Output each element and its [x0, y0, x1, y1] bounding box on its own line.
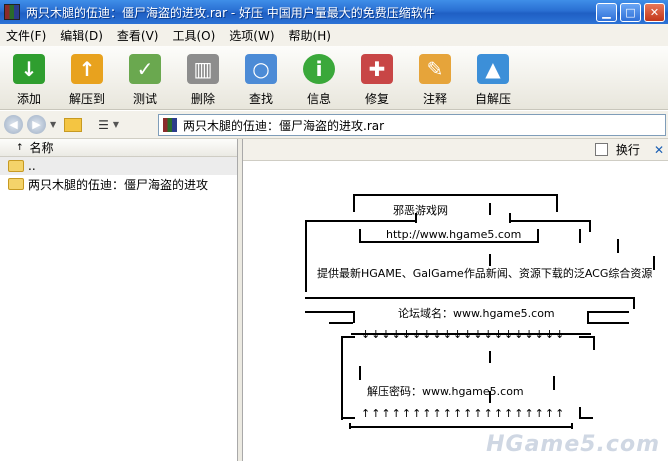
comment-icon: ✎ — [419, 54, 451, 84]
art-password: 解压密码：www.hgame5.com — [367, 385, 524, 398]
delete-button[interactable]: ▥ 删除 — [174, 46, 232, 108]
delete-icon: ▥ — [187, 54, 219, 84]
extract-to-label: 解压到 — [68, 92, 105, 106]
menu-tools[interactable]: 工具(O) — [166, 27, 223, 44]
view-mode-dropdown-icon[interactable]: ▼ — [113, 120, 119, 129]
app-icon — [4, 4, 20, 20]
list-item[interactable]: 两只木腿的伍迪：僵尸海盗的进攻 — [0, 175, 237, 193]
path-text: 两只木腿的伍迪：僵尸海盗的进攻.rar — [183, 118, 385, 133]
sfx-label: 自解压 — [474, 92, 511, 106]
comment-text-area: 邪恶游戏网 http://www.hgame5.com 提供最新HGAME、Ga… — [243, 161, 668, 461]
extract-to-icon: ↑ — [71, 54, 103, 84]
list-item-name: .. — [28, 159, 36, 173]
info-icon: i — [303, 54, 335, 84]
wrap-label: 换行 — [615, 143, 640, 157]
add-label: 添加 — [16, 92, 41, 106]
find-label: 查找 — [248, 92, 273, 106]
repair-label: 修复 — [364, 92, 389, 106]
info-button[interactable]: i 信息 — [290, 46, 348, 108]
art-up-arrows: ↑↑↑↑↑↑↑↑↑↑↑↑↑↑↑↑↑↑↑↑ — [361, 407, 566, 420]
menu-bar: 文件(F) 编辑(D) 查看(V) 工具(O) 选项(W) 帮助(H) — [0, 24, 668, 46]
repair-icon: ✚ — [361, 54, 393, 84]
list-item-name: 两只木腿的伍迪：僵尸海盗的进攻 — [28, 177, 209, 192]
folder-icon — [8, 178, 24, 190]
window-title: 两只木腿的伍迪：僵尸海盗的进攻.rar - 好压 中国用户量最大的免费压缩软件 — [26, 5, 435, 20]
find-button[interactable]: ○ 查找 — [232, 46, 290, 108]
up-folder-icon[interactable] — [64, 117, 83, 132]
file-list-panel: ↑ 名称 .. 两只木腿的伍迪：僵尸海盗的进攻 — [0, 139, 238, 461]
comment-panel: 换行 ✕ 邪恶游戏网 http://www.hgame5.com 提供最新HGA… — [242, 139, 668, 461]
close-comment-icon[interactable]: ✕ — [654, 143, 664, 157]
wrap-checkbox[interactable] — [594, 143, 608, 156]
delete-label: 删除 — [190, 92, 215, 106]
title-bar: 两只木腿的伍迪：僵尸海盗的进攻.rar - 好压 中国用户量最大的免费压缩软件 … — [0, 0, 668, 24]
minimize-button[interactable]: ▁ — [596, 2, 617, 22]
close-button[interactable]: ✕ — [644, 2, 665, 22]
comment-header: 换行 ✕ — [243, 139, 668, 161]
find-icon: ○ — [245, 54, 277, 84]
forward-arrow-icon[interactable]: ▶ — [27, 115, 46, 134]
name-column-header[interactable]: ↑ 名称 — [0, 139, 237, 157]
watermark-logo: HGame5.com — [486, 432, 660, 457]
repair-button[interactable]: ✚ 修复 — [348, 46, 406, 108]
info-label: 信息 — [306, 92, 331, 106]
extract-to-button[interactable]: ↑ 解压到 — [58, 46, 116, 108]
art-forum-domain: 论坛域名：www.hgame5.com — [398, 307, 555, 320]
comment-label: 注释 — [422, 92, 447, 106]
menu-view[interactable]: 查看(V) — [111, 27, 167, 44]
menu-help[interactable]: 帮助(H) — [283, 27, 339, 44]
address-bar: ◀ ▶ ▼ ☰ ▼ 两只木腿的伍迪：僵尸海盗的进攻.rar — [0, 111, 668, 139]
history-dropdown-icon[interactable]: ▼ — [50, 120, 56, 129]
add-button[interactable]: ↓ 添加 — [0, 46, 58, 108]
art-site-description: 提供最新HGAME、GalGame作品新闻、资源下载的泛ACG综合资源 — [317, 267, 653, 280]
add-icon: ↓ — [13, 54, 45, 84]
menu-file[interactable]: 文件(F) — [0, 27, 54, 44]
art-site-url: http://www.hgame5.com — [386, 228, 522, 241]
menu-options[interactable]: 选项(W) — [223, 27, 282, 44]
rar-file-icon — [163, 118, 177, 132]
back-arrow-icon[interactable]: ◀ — [4, 115, 23, 134]
art-down-arrows: ↓↓↓↓↓↓↓↓↓↓↓↓↓↓↓↓↓↓↓↓ — [361, 328, 566, 341]
menu-edit[interactable]: 编辑(D) — [54, 27, 111, 44]
test-button[interactable]: ✓ 测试 — [116, 46, 174, 108]
list-item[interactable]: .. — [0, 157, 237, 175]
toolbar: ↓ 添加 ↑ 解压到 ✓ 测试 ▥ 删除 ○ 查找 i 信息 ✚ 修复 ✎ 注释… — [0, 46, 668, 110]
sfx-button[interactable]: ▲ 自解压 — [464, 46, 522, 108]
view-mode-icon[interactable]: ☰ — [98, 118, 109, 132]
maximize-button[interactable]: □ — [620, 2, 641, 22]
test-icon: ✓ — [129, 54, 161, 84]
sort-up-icon: ↑ — [16, 142, 24, 153]
art-site-name: 邪恶游戏网 — [393, 204, 448, 217]
path-field[interactable]: 两只木腿的伍迪：僵尸海盗的进攻.rar — [158, 114, 666, 136]
comment-button[interactable]: ✎ 注释 — [406, 46, 464, 108]
test-label: 测试 — [132, 92, 157, 106]
name-column-label: 名称 — [29, 141, 54, 155]
sfx-icon: ▲ — [477, 54, 509, 84]
folder-icon — [8, 160, 24, 172]
